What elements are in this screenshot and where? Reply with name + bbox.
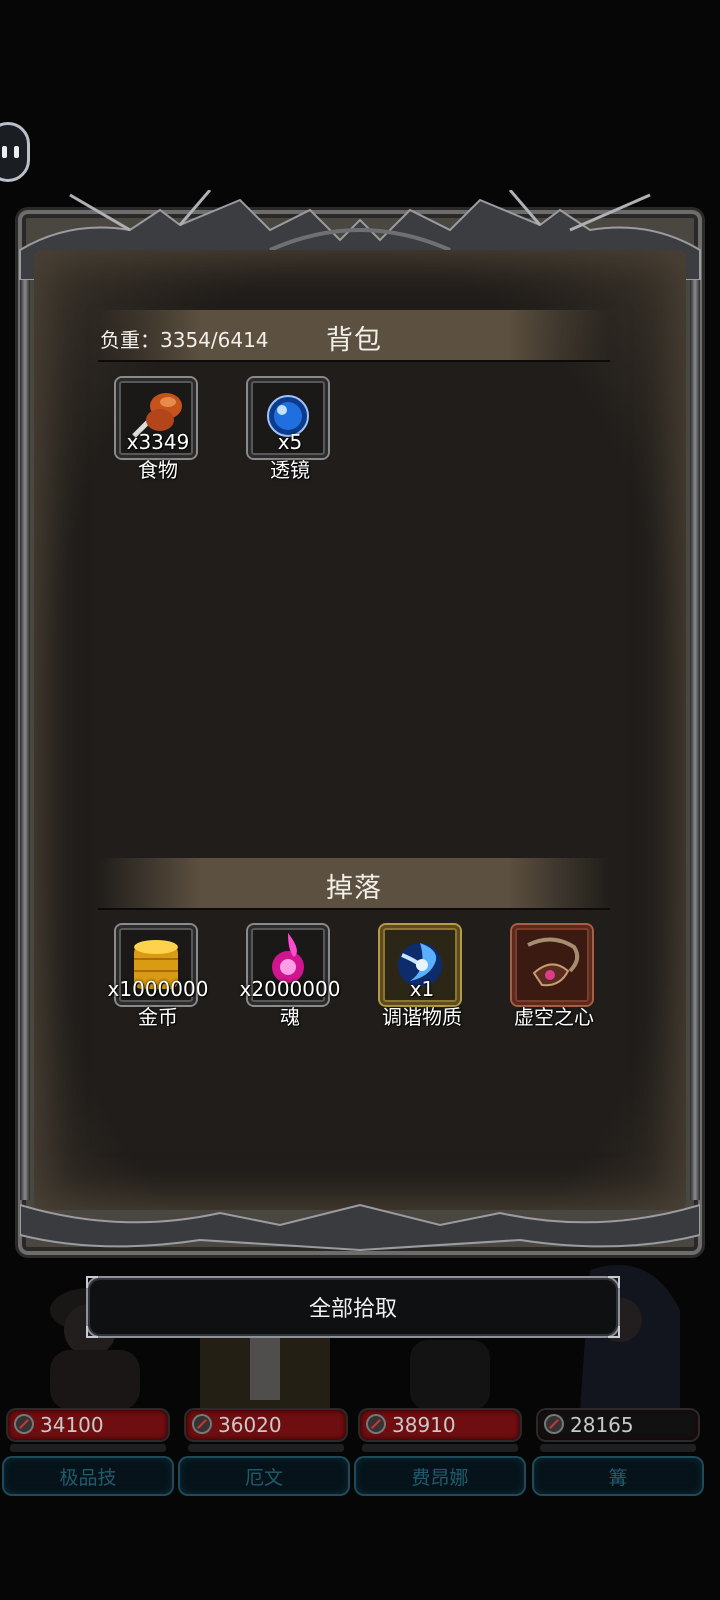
sword-icon	[14, 1414, 34, 1434]
frame-right-rail	[690, 280, 700, 1200]
item-count: x1	[409, 977, 435, 1001]
sword-icon	[366, 1414, 386, 1434]
party-hp-bar: 28165	[538, 1410, 698, 1440]
drops-title: 掉落	[326, 873, 382, 904]
item-count: x2000000	[239, 977, 341, 1001]
pause-icon	[2, 146, 7, 158]
party-member-name[interactable]: 篝	[534, 1458, 702, 1494]
inventory-item-lens[interactable]: x5 透镜	[248, 378, 332, 482]
item-count: x1000000	[107, 977, 209, 1001]
hp-value: 38910	[392, 1413, 456, 1437]
void-heart-amulet-icon	[527, 937, 580, 987]
party-hp-bar: 34100	[8, 1410, 168, 1440]
item-count: x5	[277, 430, 303, 454]
hp-value: 36020	[218, 1413, 282, 1437]
party-mp-bar	[540, 1444, 696, 1452]
item-name: 透镜	[270, 458, 310, 482]
pause-button[interactable]	[0, 122, 30, 182]
item-name: 调谐物质	[382, 1005, 462, 1029]
party-hp-bar: 36020	[186, 1410, 346, 1440]
hp-value: 34100	[40, 1413, 104, 1437]
party-hp-bar: 38910	[360, 1410, 520, 1440]
drop-item-void-heart[interactable]: 虚空之心	[512, 925, 596, 1029]
drop-item-attuned-matter[interactable]: x1 调谐物质	[380, 925, 464, 1029]
party-mp-bar	[10, 1444, 166, 1452]
pickup-all-button[interactable]: 全部拾取	[86, 1276, 620, 1338]
backpack-header: 负重：3354/6414 背包	[98, 310, 610, 362]
pickup-all-label: 全部拾取	[308, 1297, 397, 1322]
party-member-name[interactable]: 极品技	[4, 1458, 172, 1494]
backpack-title: 背包	[326, 325, 382, 356]
sword-icon	[544, 1414, 564, 1434]
party-member-name[interactable]: 厄文	[180, 1458, 348, 1494]
inventory-item-food[interactable]: x3349 食物	[116, 378, 200, 482]
item-name: 虚空之心	[514, 1005, 594, 1029]
item-name: 食物	[138, 458, 178, 482]
party-mp-bar	[362, 1444, 518, 1452]
item-count: x3349	[126, 430, 190, 454]
frame-bottom-ornament	[20, 1203, 700, 1252]
party-member-name[interactable]: 费昂娜	[356, 1458, 524, 1494]
drops-header: 掉落	[98, 858, 610, 910]
item-name: 魂	[280, 1005, 300, 1029]
frame-left-rail	[20, 280, 30, 1200]
drop-item-gold[interactable]: x1000000 金币	[108, 925, 208, 1029]
item-name: 金币	[138, 1005, 178, 1029]
sword-icon	[192, 1414, 212, 1434]
drop-item-soul[interactable]: x2000000 魂	[240, 925, 340, 1029]
hp-value: 28165	[570, 1413, 634, 1437]
party-mp-bar	[188, 1444, 344, 1452]
